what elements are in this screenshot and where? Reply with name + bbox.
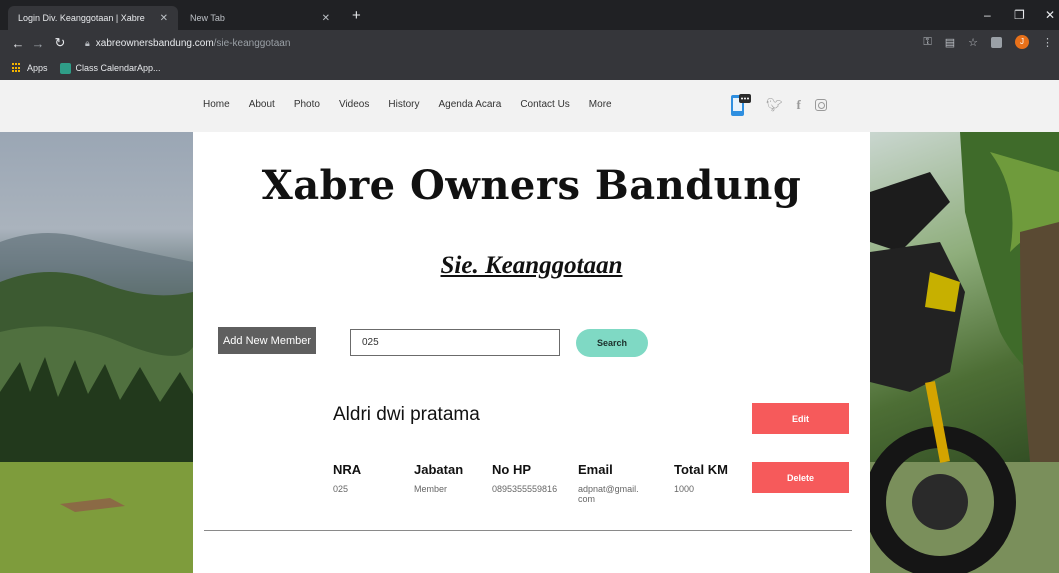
star-icon[interactable]: ☆ <box>968 36 978 49</box>
mobile-app-icon[interactable] <box>730 93 752 117</box>
url-host: xabreownersbandung.com <box>95 37 214 49</box>
bookmark-apps[interactable]: Apps <box>12 63 48 73</box>
field-label: Email <box>578 462 613 477</box>
field-jabatan: Jabatan Member <box>414 462 463 494</box>
calendar-app-icon <box>59 62 71 74</box>
nav-history[interactable]: History <box>388 99 419 110</box>
site-title: Xabre Owners Bandung <box>261 162 802 209</box>
field-value: adpnat@gmail.com <box>578 484 639 504</box>
tab-new-tab[interactable]: New Tab ✕ <box>180 6 340 30</box>
nav-videos[interactable]: Videos <box>339 99 369 110</box>
field-label: No HP <box>492 462 531 477</box>
translate-icon[interactable]: ▤ <box>945 36 955 49</box>
add-new-member-button[interactable]: Add New Member <box>218 327 316 354</box>
field-no-hp: No HP 0895355559816 <box>492 462 557 494</box>
menu-dots-icon[interactable]: ⋮ <box>1042 36 1053 49</box>
nav-contact-us[interactable]: Contact Us <box>520 99 569 110</box>
twitter-icon[interactable]: 🐦︎ <box>766 97 783 113</box>
nav-agenda-acara[interactable]: Agenda Acara <box>439 99 502 110</box>
bookmark-class-calendar[interactable]: Class CalendarApp... <box>59 62 161 74</box>
field-value: 1000 <box>674 484 695 494</box>
extension-icon[interactable] <box>991 36 1002 48</box>
field-label: Jabatan <box>414 462 464 477</box>
edit-button[interactable]: Edit <box>752 403 849 434</box>
field-label: Total KM <box>674 462 728 477</box>
profile-avatar[interactable]: J <box>1015 35 1029 49</box>
search-button[interactable]: Search <box>576 329 648 357</box>
lock-icon: 🔒︎ <box>85 37 90 48</box>
url-path: /sie-keanggotaan <box>213 37 291 49</box>
field-value: 0895355559816 <box>492 484 558 494</box>
browser-tab-bar: Login Div. Keanggotaan | Xabre ✕ New Tab… <box>0 0 1059 30</box>
back-arrow-icon[interactable]: ← <box>9 36 27 51</box>
motorcycle-photo <box>870 132 1059 573</box>
divider <box>204 530 852 531</box>
tab-title: Login Div. Keanggotaan | Xabre <box>18 13 145 23</box>
field-nra: NRA 025 <box>333 462 361 494</box>
browser-toolbar: ← → ↻ 🔒︎ xabreownersbandung.com/sie-kean… <box>0 30 1059 56</box>
window-close-icon[interactable]: ✕ <box>1045 8 1055 22</box>
key-icon[interactable]: ⚿ <box>923 36 931 49</box>
field-total-km: Total KM 1000 <box>674 462 728 494</box>
forward-arrow-icon[interactable]: → <box>29 36 47 51</box>
delete-button[interactable]: Delete <box>752 462 849 493</box>
bookmark-label: Apps <box>27 63 48 73</box>
nav-about[interactable]: About <box>249 99 275 110</box>
nav-more[interactable]: More <box>589 99 612 110</box>
minimize-icon[interactable]: – <box>984 8 991 22</box>
social-links: 🐦︎ f <box>730 93 827 117</box>
new-tab-plus-icon[interactable]: + <box>352 8 361 23</box>
maximize-icon[interactable]: ❐ <box>1014 8 1025 22</box>
site-nav: Home About Photo Videos History Agenda A… <box>203 99 612 110</box>
site-header: Home About Photo Videos History Agenda A… <box>0 80 1059 132</box>
field-value: 025 <box>333 484 349 494</box>
address-bar[interactable]: 🔒︎ xabreownersbandung.com/sie-keanggotaa… <box>85 34 905 52</box>
facebook-icon[interactable]: f <box>797 97 801 113</box>
landscape-photo <box>0 132 193 573</box>
bookmarks-bar: Apps Class CalendarApp... <box>0 56 1059 80</box>
bookmark-label: Class CalendarApp... <box>75 63 161 73</box>
field-label: NRA <box>333 462 362 477</box>
main-content: Xabre Owners Bandung Sie. Keanggotaan Ad… <box>193 132 870 573</box>
member-name: Aldri dwi pratama <box>333 404 480 425</box>
reload-icon[interactable]: ↻ <box>51 35 69 51</box>
section-title: Sie. Keanggotaan <box>440 252 623 279</box>
tab-title: New Tab <box>190 13 225 23</box>
field-email: Email adpnat@gmail.com <box>578 462 642 504</box>
instagram-icon[interactable] <box>814 99 827 111</box>
apps-grid-icon <box>12 63 22 73</box>
tab-close-icon[interactable]: ✕ <box>160 13 168 24</box>
search-input[interactable] <box>350 329 560 356</box>
tab-active[interactable]: Login Div. Keanggotaan | Xabre ✕ <box>8 6 178 30</box>
field-value: Member <box>414 484 448 494</box>
nav-photo[interactable]: Photo <box>294 99 320 110</box>
nav-home[interactable]: Home <box>203 99 230 110</box>
tab-close-icon[interactable]: ✕ <box>322 13 330 24</box>
